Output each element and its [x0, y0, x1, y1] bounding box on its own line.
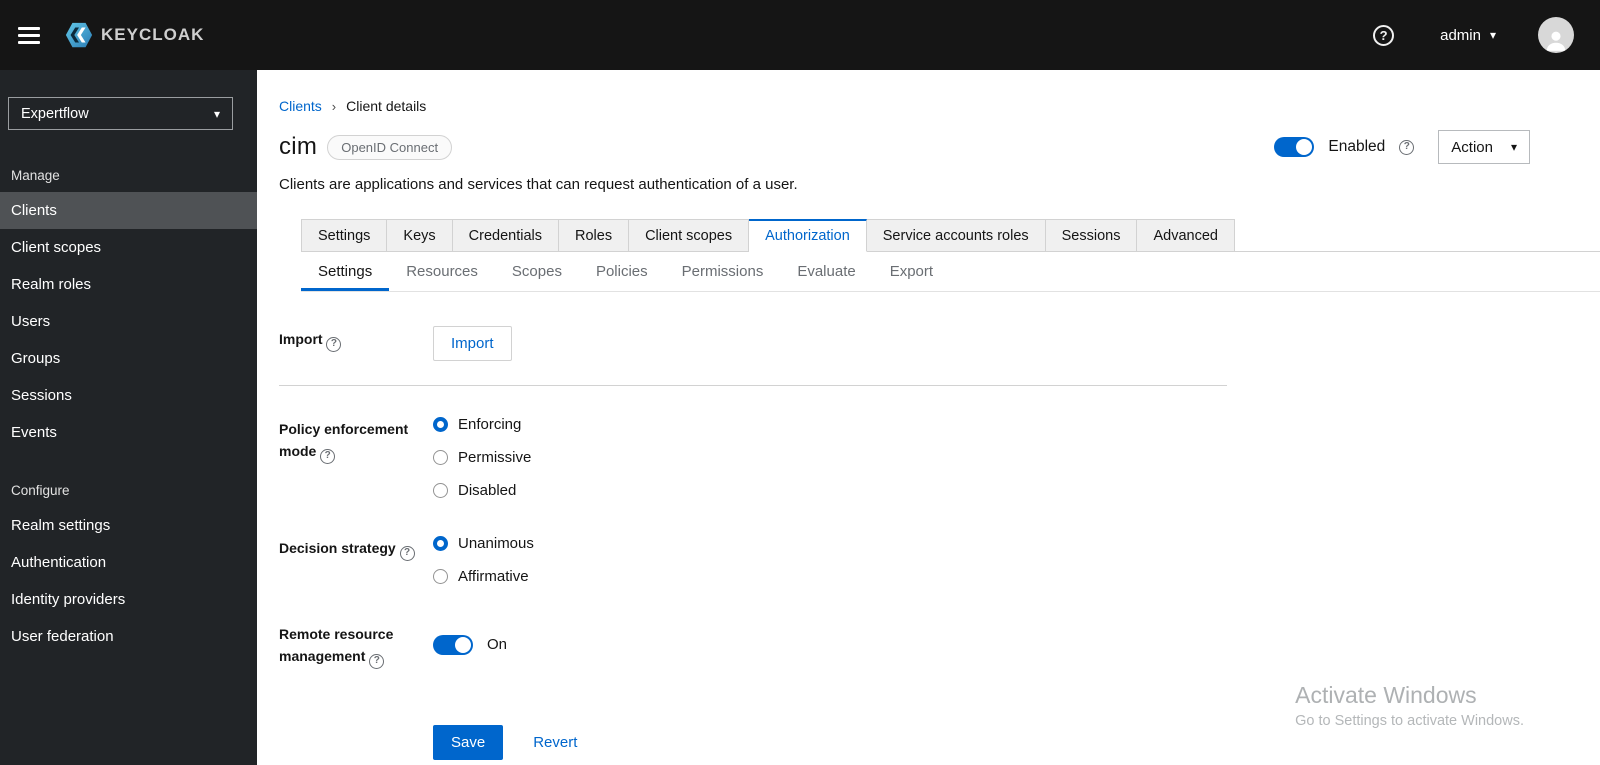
form-actions: Save Revert [433, 724, 1227, 760]
save-button[interactable]: Save [433, 724, 504, 760]
remote-resource-management-label: Remote resource management ? [279, 621, 433, 669]
radio-unchecked-icon [433, 450, 448, 465]
subtab-settings[interactable]: Settings [301, 252, 389, 291]
radio-unchecked-icon [433, 483, 448, 498]
toggle-knob [455, 636, 471, 653]
revert-link[interactable]: Revert [533, 734, 577, 751]
avatar[interactable] [1538, 17, 1574, 53]
subtab-evaluate[interactable]: Evaluate [780, 252, 872, 291]
radio-label: Affirmative [458, 568, 529, 585]
radio-option-affirmative[interactable]: Affirmative [433, 568, 1227, 585]
breadcrumb-clients-link[interactable]: Clients [279, 98, 322, 114]
watermark-subtitle: Go to Settings to activate Windows. [1295, 713, 1524, 729]
remote-resource-help-icon[interactable]: ? [369, 653, 385, 669]
import-label: Import ? [279, 326, 433, 361]
masthead: KEYCLOAK ? admin ▾ [0, 0, 1600, 70]
radio-checked-icon [433, 536, 448, 551]
brand-wordmark: KEYCLOAK [101, 25, 205, 44]
subtab-policies[interactable]: Policies [579, 252, 665, 291]
page-title: cim [279, 133, 318, 160]
primary-tabs: Settings Keys Credentials Roles Client s… [301, 219, 1600, 252]
sidebar-item-client-scopes[interactable]: Client scopes [0, 229, 257, 266]
enabled-label: Enabled [1328, 138, 1386, 155]
tab-roles[interactable]: Roles [559, 219, 630, 252]
import-button[interactable]: Import [433, 326, 512, 361]
breadcrumb-current: Client details [346, 98, 427, 114]
radio-label: Unanimous [458, 535, 534, 552]
radio-label: Disabled [458, 482, 517, 499]
radio-checked-icon [433, 417, 448, 432]
enabled-toggle[interactable] [1274, 137, 1315, 157]
import-help-icon[interactable]: ? [326, 336, 342, 352]
nav-section-configure: Configure [11, 483, 70, 498]
sidebar-item-groups[interactable]: Groups [0, 340, 257, 377]
subtab-scopes[interactable]: Scopes [495, 252, 579, 291]
tab-keys[interactable]: Keys [387, 219, 453, 252]
policy-enforcement-mode-label: Policy enforcement mode ? [279, 416, 433, 499]
keycloak-logo-icon [65, 22, 93, 48]
person-icon [1546, 31, 1566, 51]
breadcrumb: Clients › Client details [279, 98, 1576, 114]
policy-enforcement-radio-group: Enforcing Permissive Disabled [433, 416, 1227, 499]
toggle-knob [1296, 139, 1313, 155]
realm-selector-value: Expertflow [21, 105, 89, 122]
sidebar-item-identity-providers[interactable]: Identity providers [0, 581, 257, 618]
action-dropdown[interactable]: Action ▾ [1438, 130, 1530, 164]
tab-client-scopes[interactable]: Client scopes [629, 219, 750, 252]
action-dropdown-label: Action [1451, 138, 1493, 156]
radio-option-unanimous[interactable]: Unanimous [433, 535, 1227, 552]
radio-option-disabled[interactable]: Disabled [433, 482, 1227, 499]
sidebar-item-user-federation[interactable]: User federation [0, 618, 257, 655]
protocol-badge: OpenID Connect [327, 134, 453, 160]
chevron-down-icon: ▾ [213, 106, 220, 121]
chevron-down-icon: ▾ [1489, 28, 1496, 42]
tab-advanced[interactable]: Advanced [1137, 219, 1235, 252]
radio-unchecked-icon [433, 569, 448, 584]
sidebar-item-users[interactable]: Users [0, 303, 257, 340]
sidebar: Expertflow ▾ Manage Clients Client scope… [0, 70, 257, 765]
subtab-export[interactable]: Export [873, 252, 950, 291]
user-menu[interactable]: admin ▾ [1440, 27, 1496, 44]
sidebar-item-realm-roles[interactable]: Realm roles [0, 266, 257, 303]
enabled-help-icon[interactable]: ? [1399, 139, 1415, 155]
sidebar-item-authentication[interactable]: Authentication [0, 544, 257, 581]
tab-service-accounts-roles[interactable]: Service accounts roles [866, 219, 1046, 252]
subtab-resources[interactable]: Resources [389, 252, 495, 291]
tab-sessions[interactable]: Sessions [1045, 219, 1138, 252]
sidebar-item-clients[interactable]: Clients [0, 192, 257, 229]
chevron-down-icon: ▾ [1510, 140, 1517, 154]
subtab-permissions[interactable]: Permissions [665, 252, 781, 291]
breadcrumb-separator-icon: › [331, 98, 337, 114]
authorization-sub-tabs: Settings Resources Scopes Policies Permi… [301, 252, 1600, 292]
username-label: admin [1440, 26, 1481, 44]
tab-authorization[interactable]: Authorization [749, 219, 867, 252]
keycloak-brand[interactable]: KEYCLOAK [64, 20, 204, 50]
tab-credentials[interactable]: Credentials [452, 219, 559, 252]
page-description: Clients are applications and services th… [279, 176, 798, 193]
help-icon[interactable]: ? [1373, 24, 1395, 46]
sidebar-item-sessions[interactable]: Sessions [0, 377, 257, 414]
page-header: cim OpenID Connect Enabled ? Action ▾ [279, 130, 1576, 164]
decision-strategy-help-icon[interactable]: ? [399, 545, 415, 561]
radio-option-permissive[interactable]: Permissive [433, 449, 1227, 466]
toggle-state-label: On [487, 636, 508, 654]
radio-label: Permissive [458, 449, 532, 466]
form-divider [279, 385, 1227, 386]
policy-enforcement-help-icon[interactable]: ? [320, 448, 336, 464]
sidebar-item-realm-settings[interactable]: Realm settings [0, 507, 257, 544]
remote-resource-toggle[interactable] [433, 634, 473, 655]
decision-strategy-radio-group: Unanimous Affirmative [433, 535, 1227, 585]
nav-section-manage: Manage [11, 168, 60, 183]
windows-activation-watermark: Activate Windows Go to Settings to activ… [1295, 682, 1524, 729]
tab-settings[interactable]: Settings [301, 219, 388, 252]
radio-label: Enforcing [458, 416, 522, 433]
watermark-title: Activate Windows [1295, 682, 1477, 708]
realm-selector[interactable]: Expertflow ▾ [8, 97, 233, 130]
decision-strategy-label: Decision strategy ? [279, 535, 433, 585]
radio-option-enforcing[interactable]: Enforcing [433, 416, 1227, 433]
sidebar-item-events[interactable]: Events [0, 414, 257, 451]
authorization-settings-form: Import ? Import Policy enforcement mode … [279, 326, 1227, 760]
hamburger-menu-icon[interactable] [10, 15, 50, 55]
main-content: Clients › Client details cim OpenID Conn… [257, 70, 1600, 765]
